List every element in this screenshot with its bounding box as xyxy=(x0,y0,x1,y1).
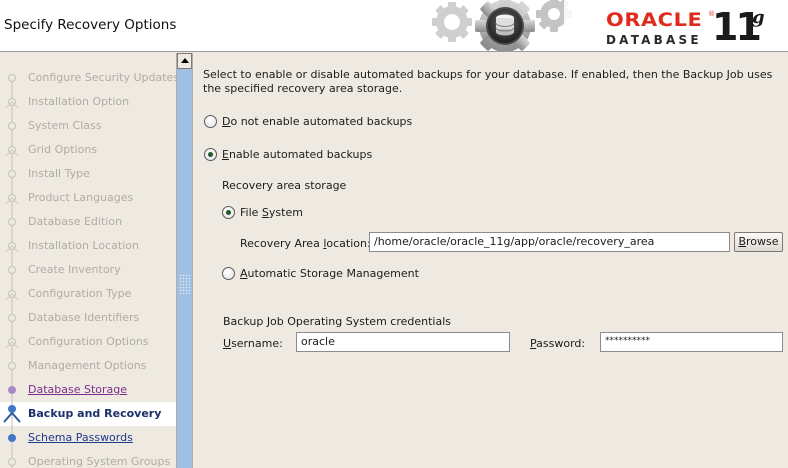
step-schema-passwords[interactable]: Schema Passwords xyxy=(0,426,176,450)
step-label: Database Edition xyxy=(28,215,123,228)
step-product-languages: Product Languages xyxy=(0,186,176,210)
file-system-radio[interactable] xyxy=(222,206,235,219)
step-label: Management Options xyxy=(28,359,147,372)
asm-label: Automatic Storage Management xyxy=(240,267,419,280)
oracle-database-logo: ORACLE ® DATABASE 11 g xyxy=(604,5,784,49)
step-create-inventory: Create Inventory xyxy=(0,258,176,282)
step-label: Create Inventory xyxy=(28,263,121,276)
step-configure-security-updates: Configure Security Updates xyxy=(0,66,176,90)
step-label: Backup and Recovery xyxy=(28,407,162,420)
recovery-location-label: Recovery Area location: xyxy=(240,237,371,250)
asm-radio[interactable] xyxy=(222,267,235,280)
step-label: Install Type xyxy=(28,167,90,180)
password-input[interactable]: ********** xyxy=(600,332,783,352)
step-database-storage[interactable]: Database Storage xyxy=(0,378,176,402)
step-done-icon xyxy=(5,138,19,162)
header-banner: Specify Recovery Options ORACLE ® DATABA… xyxy=(0,0,788,52)
username-input[interactable]: oracle xyxy=(296,332,510,352)
step-done-icon xyxy=(5,282,19,306)
step-operating-system-groups: Operating System Groups xyxy=(0,450,176,468)
step-install-type: Install Type xyxy=(0,162,176,186)
scroll-grip-icon xyxy=(179,274,190,294)
step-database-identifiers: Database Identifiers xyxy=(0,306,176,330)
page-title: Specify Recovery Options xyxy=(4,17,177,33)
enable-backups-radio[interactable] xyxy=(204,148,217,161)
step-installation-option: Installation Option xyxy=(0,90,176,114)
step-done-icon xyxy=(5,330,19,354)
database-wordmark: DATABASE xyxy=(606,33,702,47)
enable-backups-label: Enable automated backups xyxy=(222,148,373,161)
intro-text: Select to enable or disable automated ba… xyxy=(203,68,773,95)
step-label: Configuration Type xyxy=(28,287,132,300)
step-installation-location: Installation Location xyxy=(0,234,176,258)
step-done-icon xyxy=(5,186,19,210)
scroll-up-button[interactable] xyxy=(177,53,192,69)
step-done-icon xyxy=(8,74,16,90)
step-label: Operating System Groups xyxy=(28,455,171,468)
step-system-class: System Class xyxy=(0,114,176,138)
step-next-icon xyxy=(8,426,16,450)
steps-scrollbar[interactable] xyxy=(176,53,193,468)
step-label: Database Storage xyxy=(28,383,128,396)
step-backup-and-recovery[interactable]: Backup and Recovery xyxy=(0,402,176,426)
step-done-icon xyxy=(5,90,19,114)
gears-logo-icon xyxy=(404,0,600,51)
scroll-thumb[interactable] xyxy=(177,69,192,468)
version-suffix: g xyxy=(752,7,765,28)
browse-button[interactable]: Browse xyxy=(734,232,783,252)
step-done-icon xyxy=(8,162,16,186)
step-label: Configure Security Updates xyxy=(28,71,176,84)
step-label: System Class xyxy=(28,119,102,132)
disable-backups-label: Do not enable automated backups xyxy=(222,115,413,128)
step-done-icon xyxy=(8,114,16,138)
username-label: Username: xyxy=(223,337,283,350)
steps-navigation: Configure Security Updates Installation O… xyxy=(0,53,176,468)
step-done-icon xyxy=(8,258,16,282)
recovery-storage-heading: Recovery area storage xyxy=(222,179,347,192)
step-management-options: Management Options xyxy=(0,354,176,378)
step-visited-icon xyxy=(8,378,16,402)
step-label: Configuration Options xyxy=(28,335,149,348)
credentials-heading: Backup Job Operating System credentials xyxy=(223,315,451,328)
step-done-icon xyxy=(8,354,16,378)
recovery-location-input[interactable]: /home/oracle/oracle_11g/app/oracle/recov… xyxy=(369,232,730,252)
step-done-icon xyxy=(8,210,16,234)
step-grid-options: Grid Options xyxy=(0,138,176,162)
step-label: Product Languages xyxy=(28,191,134,204)
password-label: Password: xyxy=(530,337,586,350)
step-database-edition: Database Edition xyxy=(0,210,176,234)
scroll-up-arrow-icon xyxy=(181,58,189,63)
step-configuration-type: Configuration Type xyxy=(0,282,176,306)
disable-backups-radio[interactable] xyxy=(204,115,217,128)
step-done-icon xyxy=(8,306,16,330)
step-label: Grid Options xyxy=(28,143,98,156)
step-done-icon xyxy=(8,450,16,468)
file-system-label: File System xyxy=(240,206,303,219)
step-configuration-options: Configuration Options xyxy=(0,330,176,354)
recovery-options-panel: Select to enable or disable automated ba… xyxy=(193,53,788,468)
step-label: Installation Location xyxy=(28,239,139,252)
step-current-icon xyxy=(3,402,21,426)
step-done-icon xyxy=(5,234,19,258)
oracle-wordmark: ORACLE xyxy=(606,9,703,31)
step-label: Schema Passwords xyxy=(28,431,133,444)
step-label: Installation Option xyxy=(28,95,130,108)
step-label: Database Identifiers xyxy=(28,311,140,324)
